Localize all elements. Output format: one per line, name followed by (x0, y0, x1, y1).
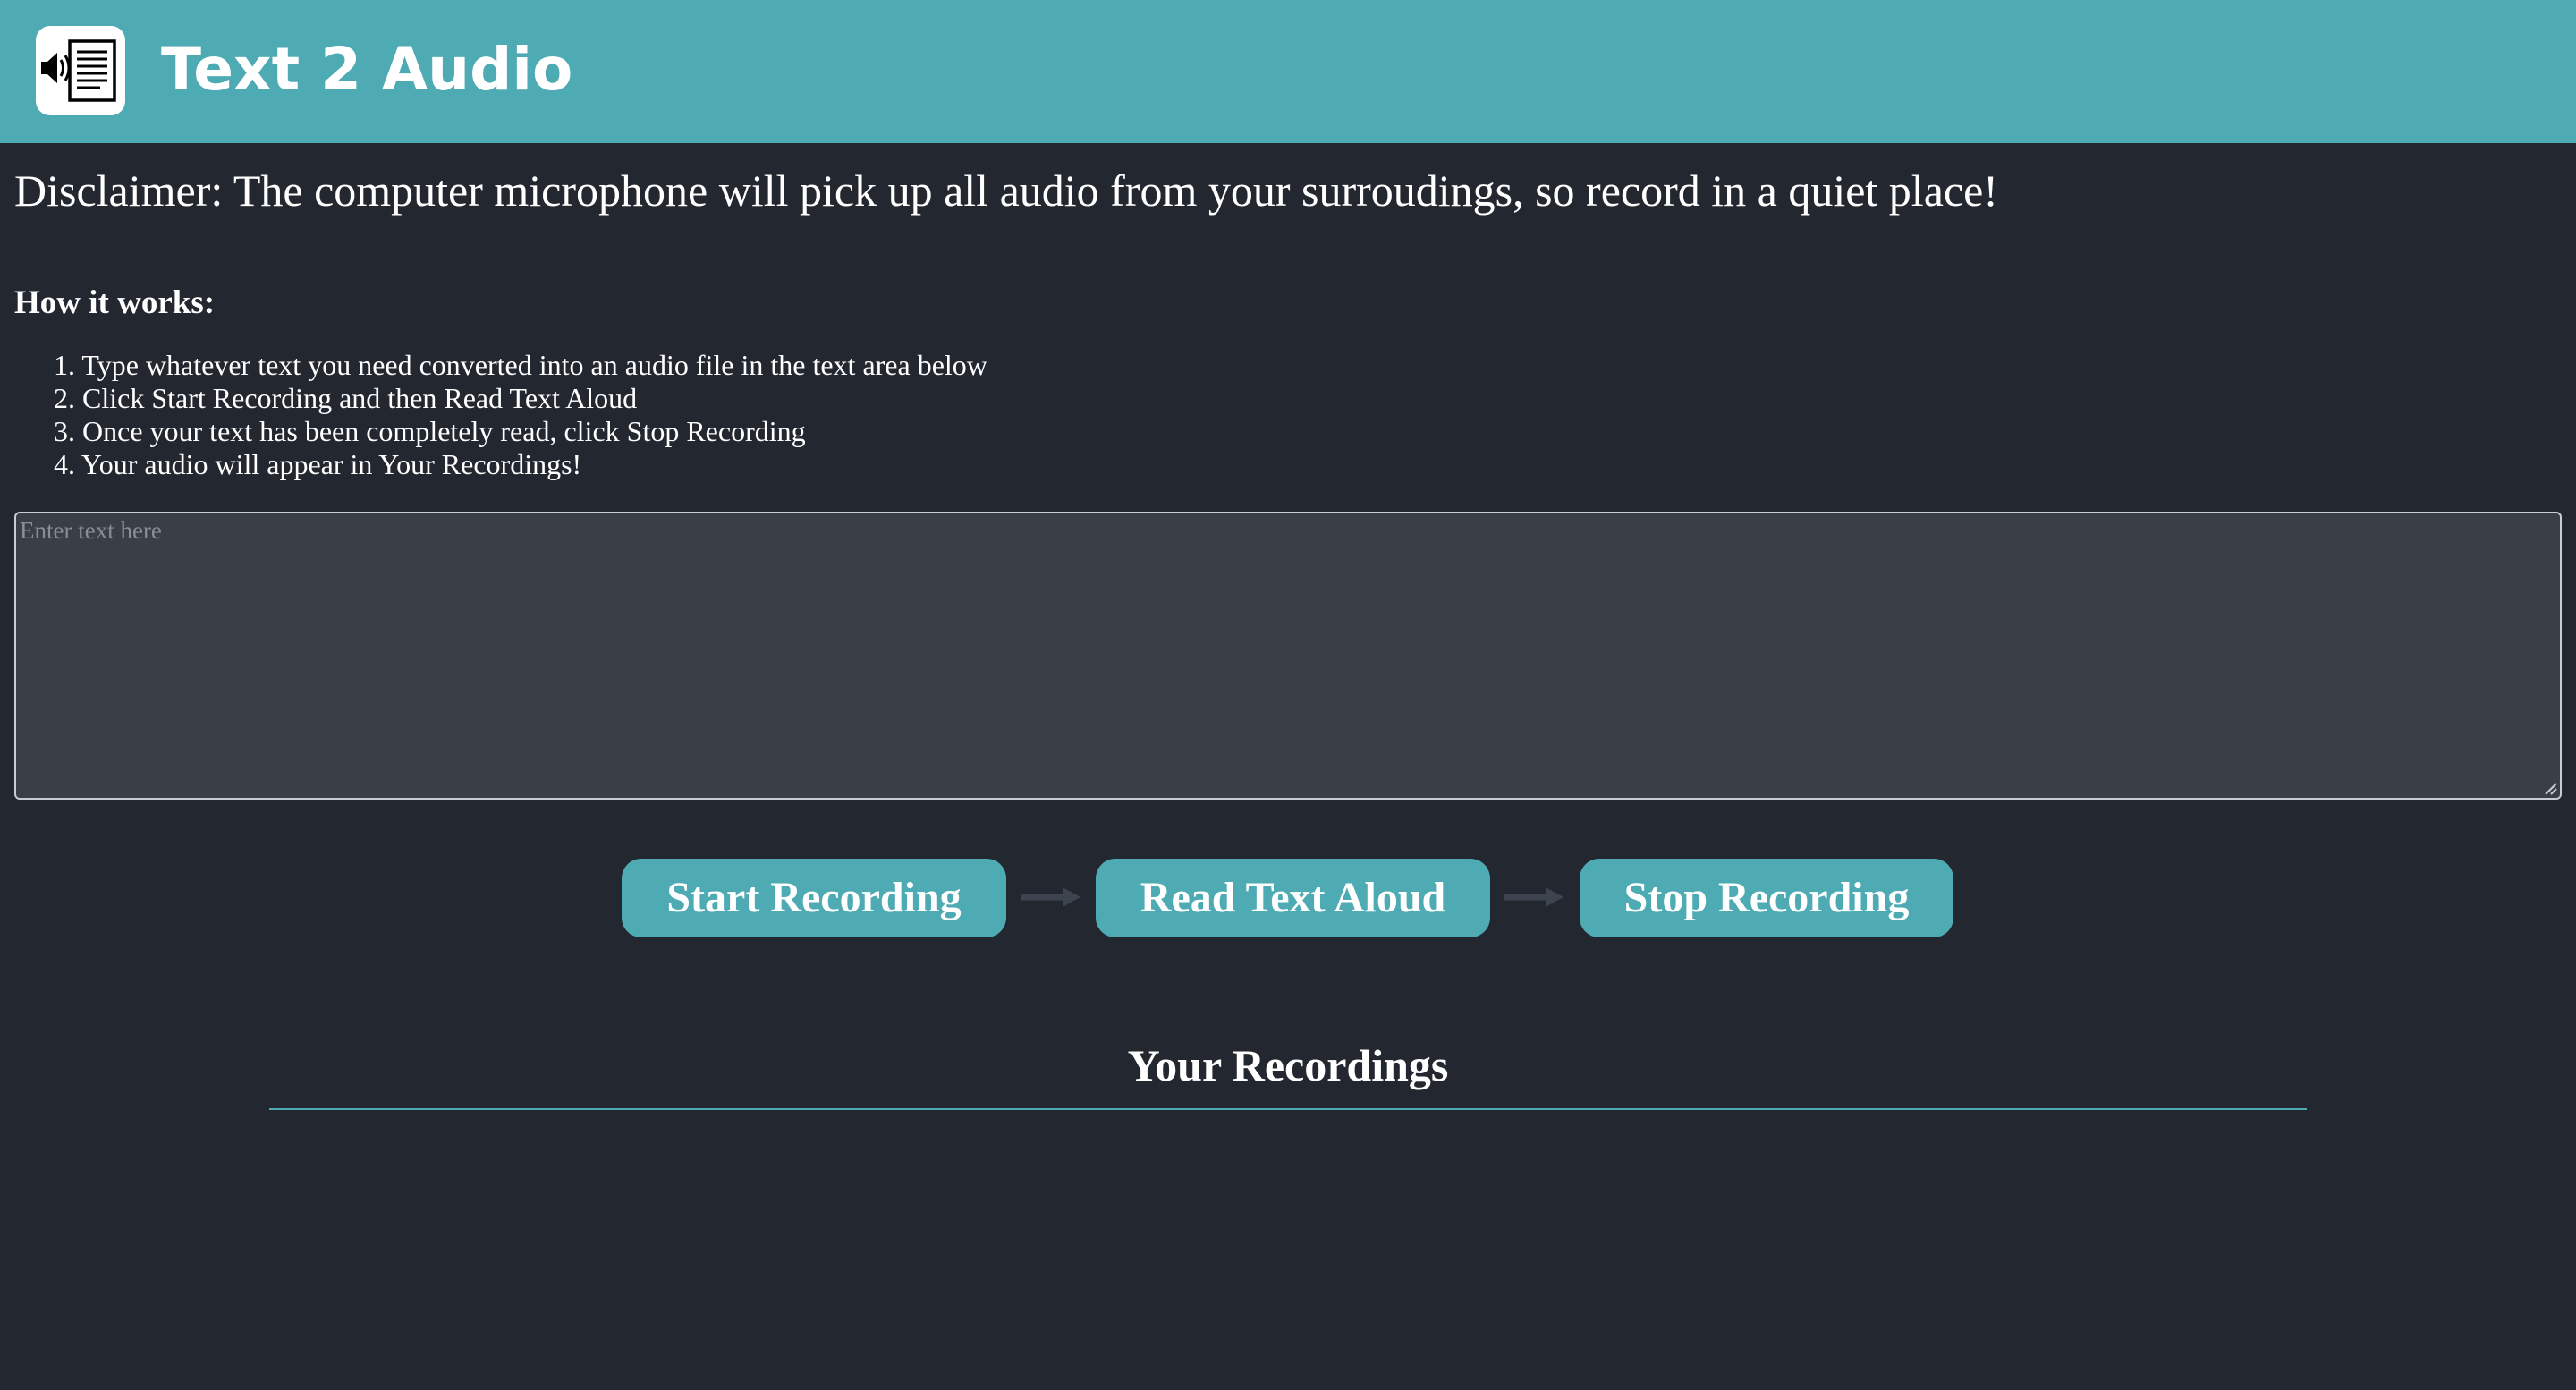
app-header: Text 2 Audio (0, 0, 2576, 143)
start-recording-button[interactable]: Start Recording (622, 859, 1006, 937)
instruction-step: 1. Type whatever text you need converted… (54, 349, 987, 381)
instruction-step: 3. Once your text has been completely re… (54, 415, 806, 447)
speaker-document-icon (36, 26, 125, 115)
instruction-step: 2. Click Start Recording and then Read T… (54, 382, 638, 414)
instructions-list: 1. Type whatever text you need converted… (54, 349, 987, 481)
recordings-heading: Your Recordings (1127, 1040, 1449, 1090)
recordings-divider (269, 1108, 2307, 1110)
stop-recording-button[interactable]: Stop Recording (1580, 859, 1953, 937)
right-arrow-icon (1021, 887, 1080, 907)
resize-handle-icon[interactable] (2542, 780, 2558, 796)
instruction-step: 4. Your audio will appear in Your Record… (54, 448, 582, 480)
disclaimer-text: Disclaimer: The computer microphone will… (14, 165, 1998, 216)
right-arrow-icon (1504, 887, 1563, 907)
text-input-area[interactable] (14, 512, 2562, 800)
read-text-aloud-button[interactable]: Read Text Aloud (1096, 859, 1490, 937)
how-it-works-heading: How it works: (14, 284, 216, 321)
app-title: Text 2 Audio (161, 35, 573, 104)
